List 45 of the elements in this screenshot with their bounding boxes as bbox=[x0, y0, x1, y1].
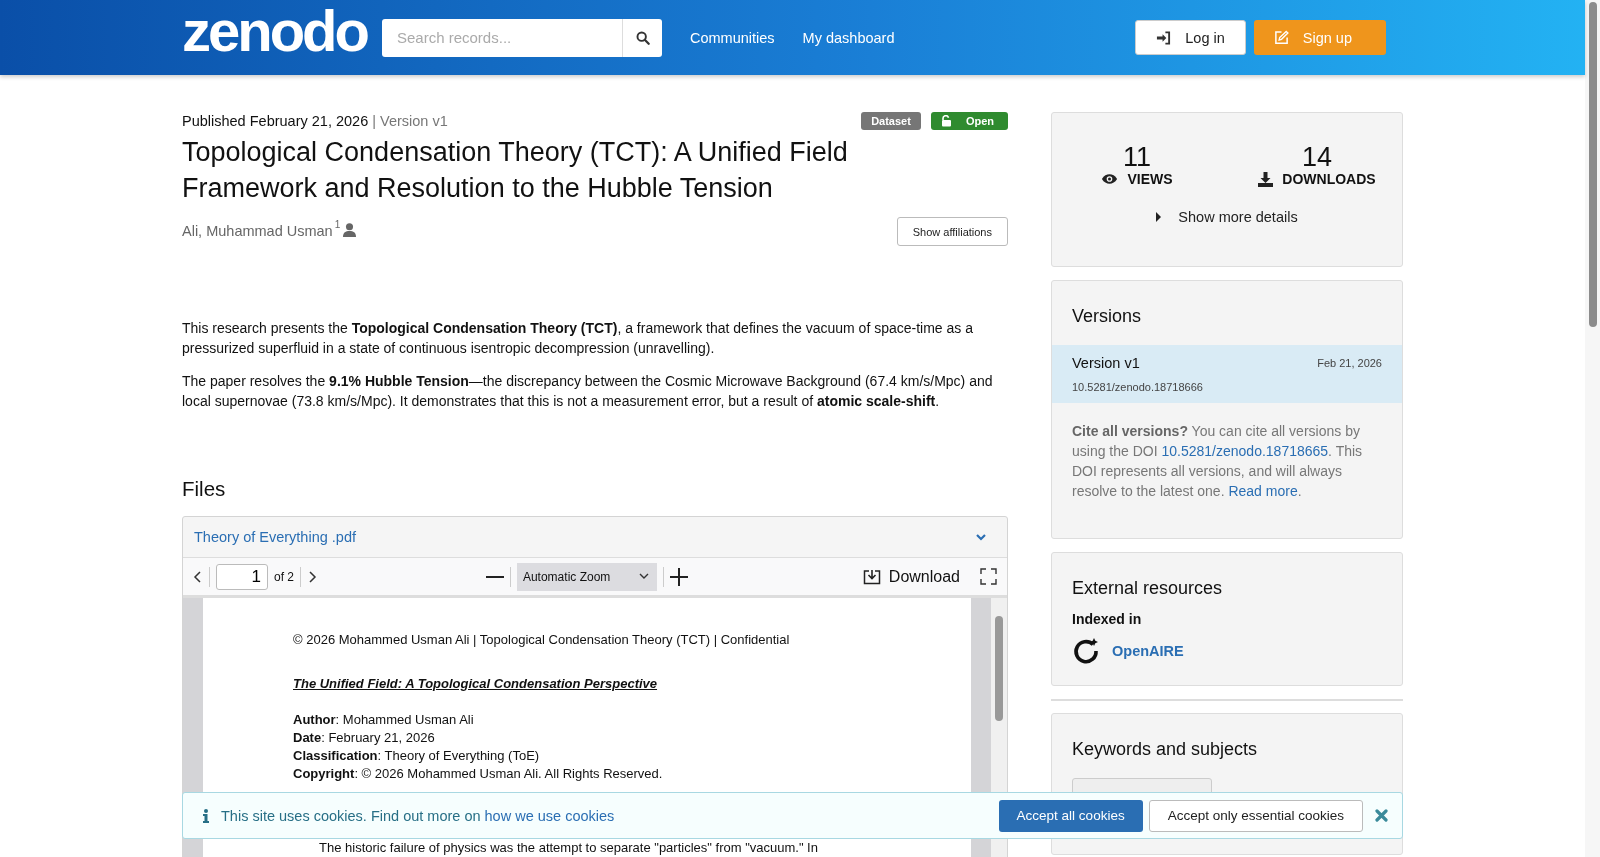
stat-label: DOWNLOADS bbox=[1282, 171, 1376, 187]
pdf-header-text: © 2026 Mohammed Usman Ali | Topological Condensation Theory (TCT) | Confidential bbox=[293, 631, 791, 649]
access-badge: Open bbox=[930, 112, 1008, 130]
record-title: Topological Condensation Theory (TCT): A Unified Field Framework and Resolution to the Hubble Tension bbox=[182, 136, 849, 205]
show-more-details-toggle[interactable]: Show more details bbox=[1052, 209, 1402, 225]
login-button[interactable]: Log in bbox=[1135, 20, 1246, 55]
page-count: of 2 bbox=[274, 569, 294, 584]
zoom-select[interactable]: Automatic Zoom bbox=[516, 562, 657, 591]
nav-link[interactable]: Communities bbox=[690, 29, 775, 46]
version-item[interactable]: Version v1 Feb 21, 2026 10.5281/zenodo.18718666 bbox=[1052, 345, 1402, 403]
external-resources-heading: External resources bbox=[1071, 577, 1224, 600]
openaire-link[interactable]: OpenAIRE bbox=[1112, 643, 1184, 659]
version-label: | Version v1 bbox=[372, 113, 448, 129]
pdf-title: The Unified Field: A Topological Condensation Perspective bbox=[293, 675, 659, 693]
keywords-heading: Keywords and subjects bbox=[1071, 738, 1259, 761]
pdf-metadata-line: Date: February 21, 2026 bbox=[293, 729, 436, 747]
author-link[interactable]: Ali, Muhammad Usman bbox=[182, 223, 333, 239]
resource-type-badge: Dataset bbox=[861, 112, 921, 130]
pdf-metadata-line: Classification: Theory of Everything (ToE) bbox=[293, 747, 541, 765]
show-affiliations-button[interactable]: Show affiliations bbox=[896, 217, 1008, 246]
pdf-body-text: The historic failure of physics was the attempt to separate "particles" from "vacuum." In bbox=[318, 841, 819, 855]
publication-date: Published February 21, 2026 bbox=[182, 113, 369, 129]
accept-all-cookies-button[interactable]: Accept all cookies bbox=[998, 799, 1143, 832]
file-name-link[interactable]: Theory of Everything .pdf bbox=[194, 529, 356, 545]
abstract-paragraph: This research presents the Topological Condensation Theory (TCT), a framework that defines the vacuum of space-time as a pressurized superfluid in a state of continuous isentropic decompression (unravelling). bbox=[182, 319, 974, 358]
stat-label: VIEWS bbox=[1127, 171, 1173, 187]
indexed-in-label: Indexed in bbox=[1071, 611, 1143, 627]
affiliation-number: 1 bbox=[334, 219, 341, 230]
stat-value: 14 bbox=[1301, 143, 1332, 171]
cookie-policy-link[interactable]: how we use cookies bbox=[484, 807, 615, 824]
link[interactable]: Read more bbox=[1228, 483, 1298, 499]
download-button[interactable]: Download bbox=[856, 566, 966, 587]
versions-heading: Versions bbox=[1071, 305, 1143, 328]
pdf-metadata-line: Author: Mohammed Usman Ali bbox=[293, 711, 475, 729]
nav-link[interactable]: My dashboard bbox=[802, 29, 895, 46]
cite-all-versions-text: Cite all versions? You can cite all versions by using the DOI 10.5281/zenodo.18718665. This DOI represents all versions, and will always resolve to the latest one. Read more. bbox=[1071, 422, 1364, 501]
accept-essential-cookies-button[interactable]: Accept only essential cookies bbox=[1148, 799, 1363, 832]
files-heading: Files bbox=[182, 477, 227, 501]
page-number-field[interactable]: 1 bbox=[216, 563, 268, 590]
logo[interactable]: zenodo bbox=[182, 1, 382, 60]
stat-value: 11 bbox=[1123, 143, 1151, 171]
abstract-paragraph: The paper resolves the 9.1% Hubble Tension—the discrepancy between the Cosmic Microwave Background (67.4 km/s/Mpc) and local supernovae (73.8 km/s/Mpc). It demonstrates that this is not a measurement error, but a result of atomic scale-shift. bbox=[182, 372, 994, 411]
search-field[interactable]: Search records... bbox=[382, 18, 622, 57]
pdf-metadata-line: Copyright: © 2026 Mohammed Usman Ali. All Rights Reserved. bbox=[293, 765, 664, 783]
cookie-notice-text: This site uses cookies. Find out more on how we use cookies bbox=[221, 807, 615, 824]
